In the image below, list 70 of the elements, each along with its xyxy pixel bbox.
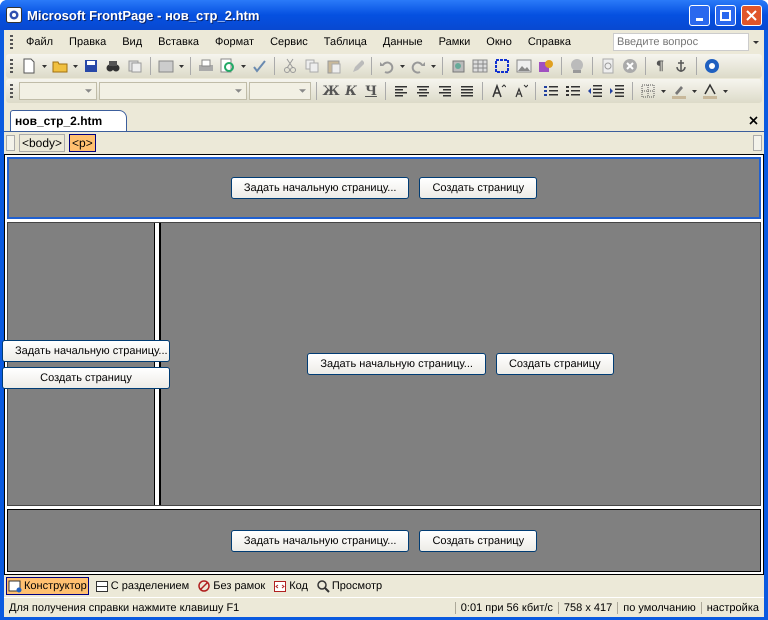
menu-item[interactable]: Файл [19,34,60,50]
dropdown-arrow-icon[interactable] [42,64,47,68]
dropdown-arrow-icon[interactable] [753,40,759,44]
tag-selector-item[interactable]: <body> [19,134,66,152]
maximize-icon [720,10,731,20]
frame-button[interactable]: Создать страницу [419,530,538,552]
view-tab[interactable]: Код [271,577,310,595]
frame-button[interactable]: Создать страницу [419,177,538,199]
dropdown-arrow-icon[interactable] [400,64,405,68]
dropdown-arrow-icon[interactable] [723,90,728,92]
dropdown-arrow-icon[interactable] [431,64,436,68]
frame-panel[interactable]: Задать начальную страницу... Создать страницу [7,157,761,219]
view-tab[interactable]: С разделением [92,577,192,595]
bold-button[interactable]: Ж [322,81,340,101]
frame-button[interactable]: Задать начальную страницу... [2,340,170,362]
menu-item[interactable]: Формат [208,34,262,50]
help-search-field[interactable]: Введите вопрос [613,33,749,51]
menu-item[interactable]: Данные [376,34,430,50]
italic-button[interactable]: К [342,81,360,101]
app-icon [6,7,22,23]
frame-panel[interactable]: Задать начальную страницу... Создать страницу [160,223,760,505]
menu-item[interactable]: Вид [115,34,150,50]
frame-panel[interactable]: Задать начальную страницу... Создать страницу [7,509,761,572]
status-text: 0:01 при 56 кбит/с [454,602,558,614]
help-icon[interactable] [702,56,722,76]
menu-item[interactable]: Окно [479,34,519,50]
frame-button[interactable]: Задать начальную страницу... [230,530,410,552]
frame-button[interactable]: Создать страницу [2,366,170,388]
menu-item[interactable]: Правка [62,34,114,50]
minimize-button[interactable] [689,4,710,26]
close-icon[interactable] [749,116,758,124]
dropdown-arrow-icon [85,89,92,93]
font-color-icon[interactable] [700,81,720,101]
frame-button[interactable]: Задать начальную страницу... [230,177,410,199]
code-view-icon [273,579,288,593]
status-text: настройка [700,602,764,614]
close-button[interactable] [741,4,762,26]
dropdown-arrow-icon[interactable] [179,64,184,68]
dropdown-arrow-icon[interactable] [692,90,697,92]
maximize-button[interactable] [715,4,736,26]
dropdown-arrow-icon[interactable] [73,64,78,68]
menu-item[interactable]: Справка [520,34,578,50]
status-text: по умолчанию [617,602,701,614]
menu-item[interactable]: Вставка [151,34,206,50]
menu-item[interactable]: Сервис [263,34,315,50]
document-tab[interactable]: нов_стр_2.htm [10,110,128,131]
frame-button[interactable]: Задать начальную страницу... [307,353,486,375]
split-view-icon [94,579,109,593]
menu-item[interactable]: Таблица [316,34,374,50]
minimize-icon [696,18,703,20]
design-view-icon [8,579,22,593]
dropdown-arrow-icon[interactable] [241,64,246,68]
view-tab[interactable]: Конструктор [6,577,89,595]
tag-selector-item[interactable]: <p> [69,134,96,152]
dropdown-arrow-icon [299,89,306,93]
window-title: Microsoft FrontPage - нов_стр_2.htm [27,8,260,22]
underline-button[interactable]: Ч [362,81,380,101]
close-icon [746,10,757,20]
preview-icon [316,579,330,593]
dropdown-arrow-icon[interactable] [661,90,666,92]
formatting-marks-button[interactable]: ¶ [651,56,669,76]
frame-button[interactable]: Создать страницу [496,353,614,375]
dropdown-arrow-icon [235,89,242,93]
status-text: 758 x 417 [558,602,618,614]
no-frames-icon [197,579,212,593]
view-tab[interactable]: Без рамок [195,577,268,595]
view-tab[interactable]: Просмотр [314,577,384,595]
menu-item[interactable]: Рамки [432,34,478,50]
status-text: Для получения справки нажмите клавишу F1 [8,602,240,614]
frame-icon[interactable] [492,56,512,76]
